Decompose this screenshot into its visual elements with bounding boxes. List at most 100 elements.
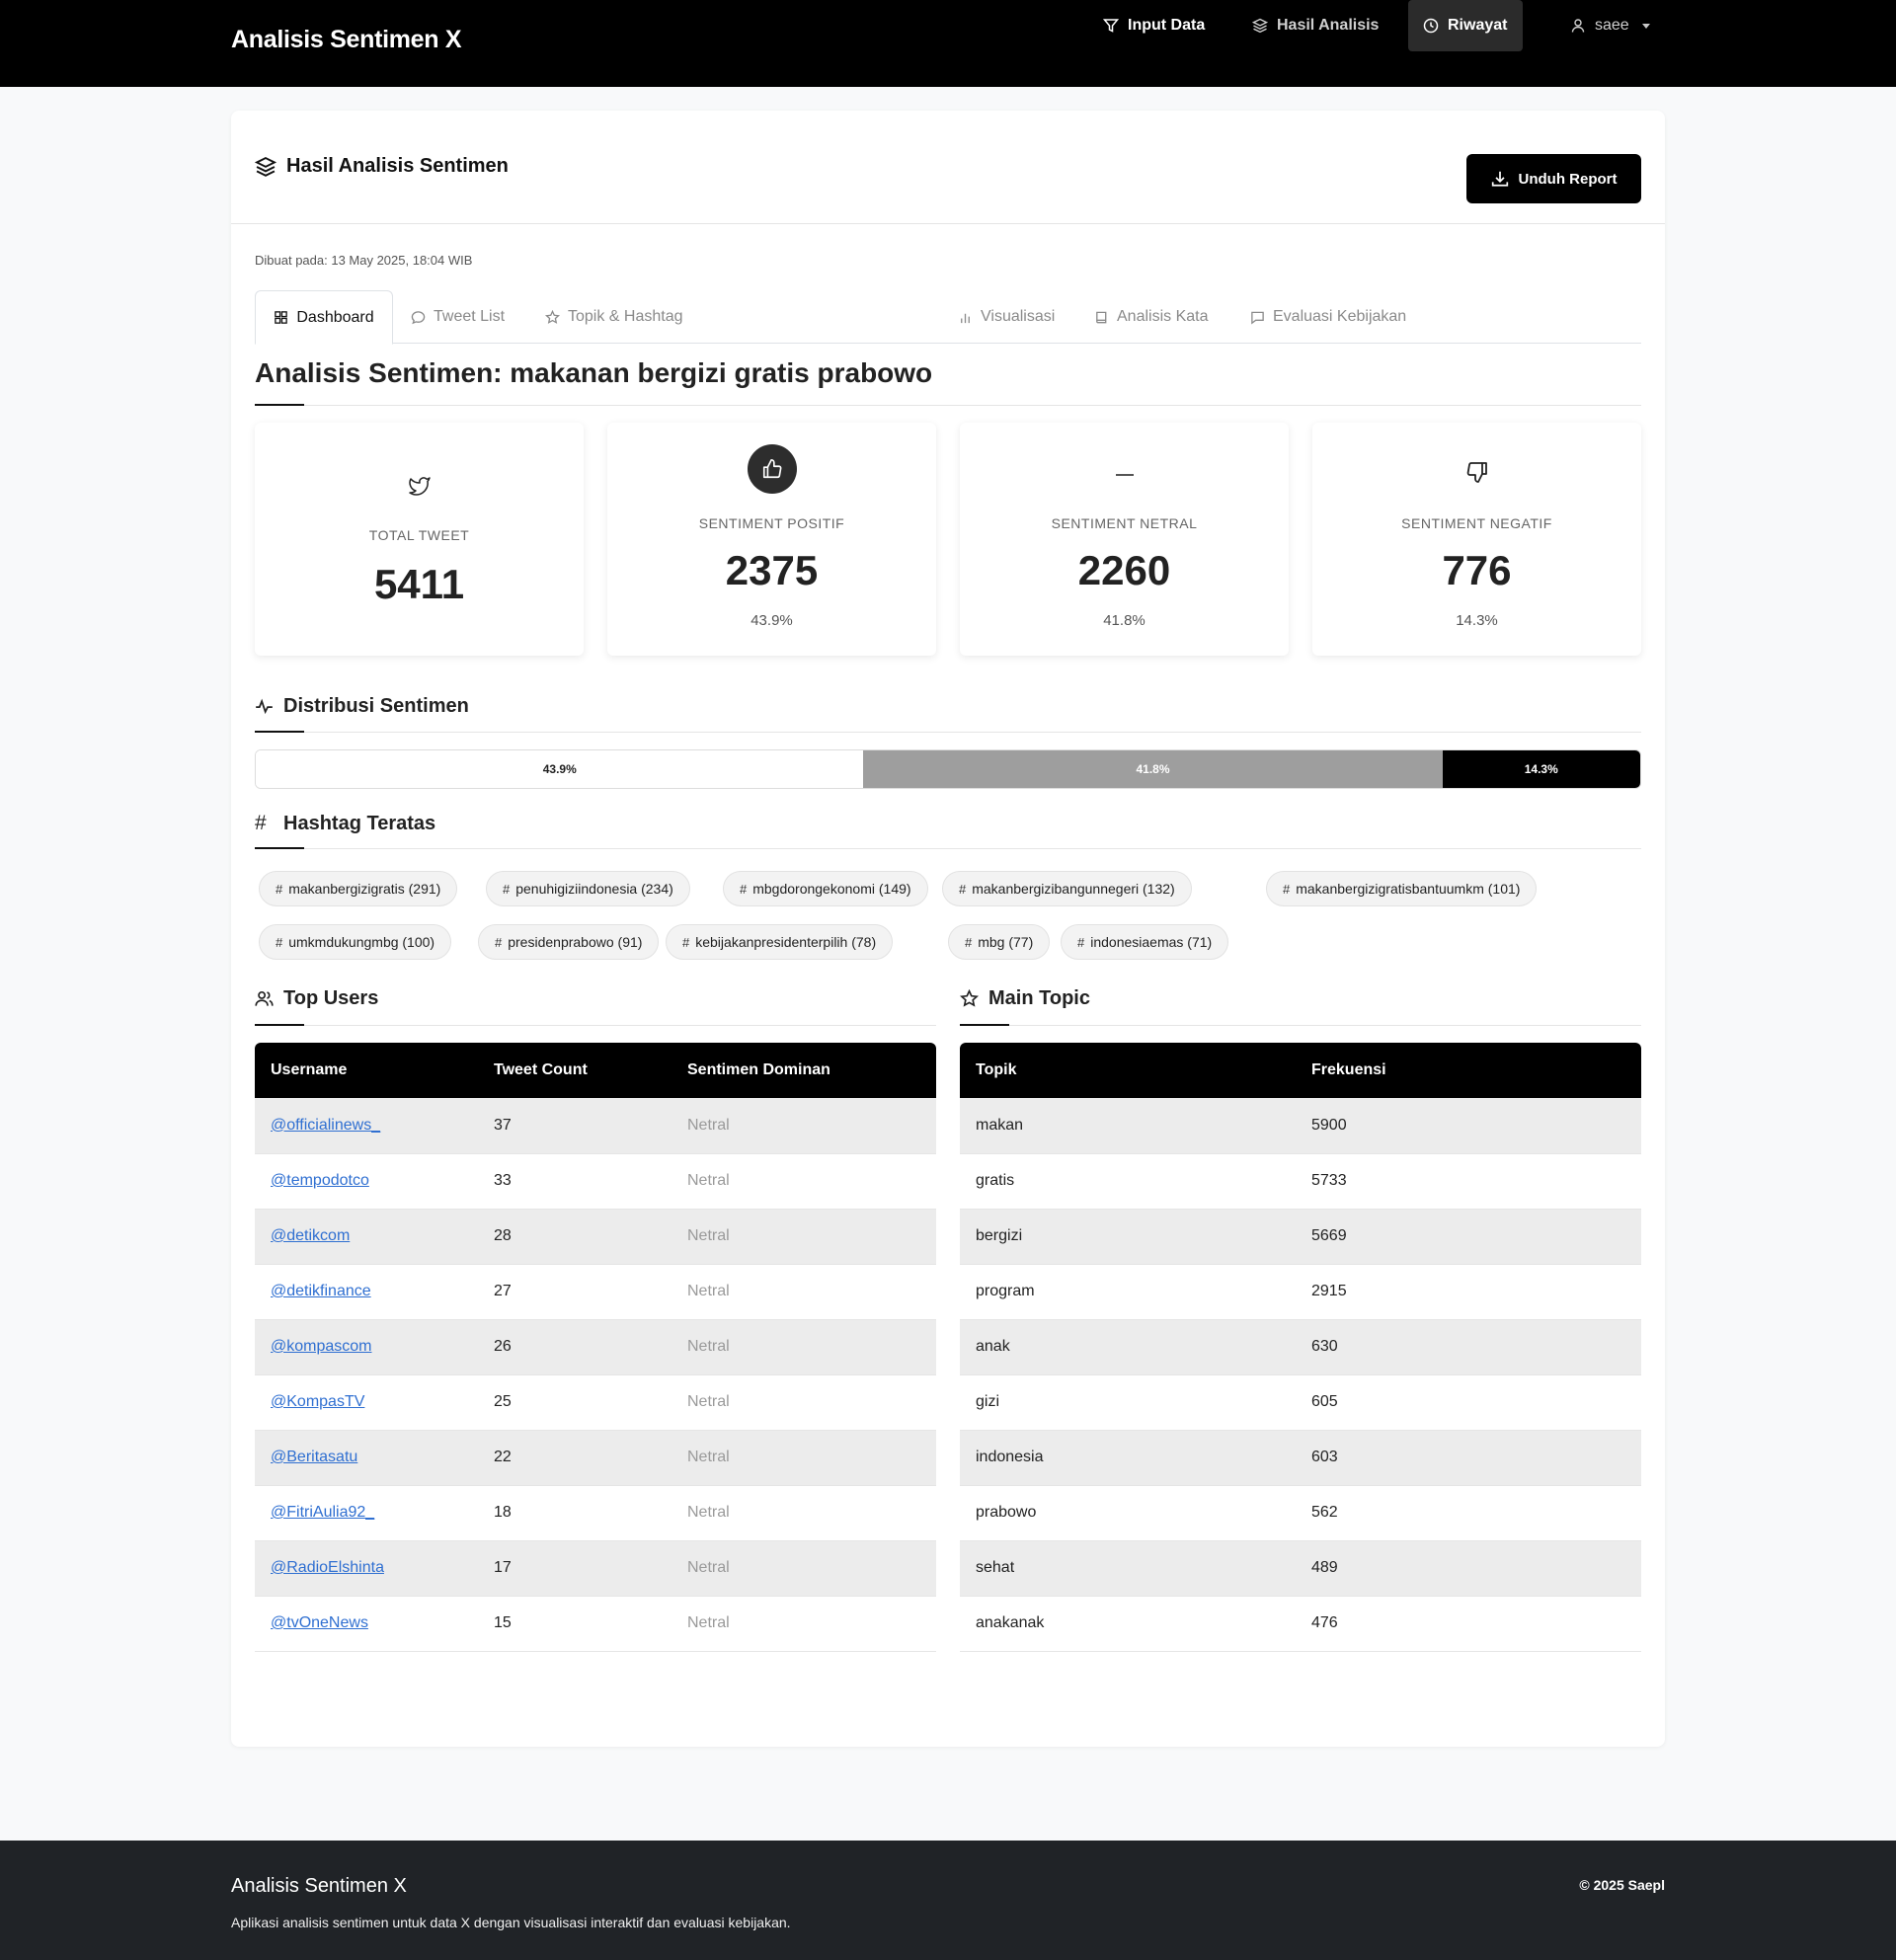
tab-dashboard-label: Dashboard	[296, 308, 374, 326]
dominant-sentiment: Netral	[672, 1485, 936, 1541]
thumbs-up-icon	[747, 444, 797, 494]
tab-topik-hashtag-label: Topik & Hashtag	[568, 308, 683, 325]
message-square-icon	[1251, 311, 1264, 324]
activity-icon	[256, 698, 273, 715]
user-icon	[1571, 19, 1585, 33]
distribution-heading: Distribusi Sentimen	[255, 695, 469, 718]
username-link[interactable]: @kompascom	[271, 1338, 372, 1355]
hash-icon: #	[495, 934, 503, 950]
tab-dashboard[interactable]: Dashboard	[255, 290, 393, 345]
hashtag-pill[interactable]: # umkmdukungmbg (100)	[259, 924, 452, 960]
tweet-count: 33	[478, 1153, 672, 1210]
table-row: prabowo 562	[960, 1485, 1641, 1541]
username-link[interactable]: @tempodotco	[271, 1172, 369, 1189]
hashtag-pill[interactable]: # makanbergizibangunnegeri (132)	[942, 871, 1192, 906]
table-row: sehat 489	[960, 1540, 1641, 1597]
topic-name: gizi	[960, 1374, 1296, 1431]
nav-input-data-label: Input Data	[1128, 17, 1206, 34]
navbar: Analisis Sentimen X Input Data Hasil Ana…	[0, 0, 1896, 87]
username-link[interactable]: @officialinews_	[271, 1117, 380, 1134]
hashtag-label: mbg (77)	[978, 934, 1034, 950]
table-row: indonesia 603	[960, 1430, 1641, 1486]
heading-underline	[255, 847, 304, 849]
tweet-count: 25	[478, 1374, 672, 1431]
table-row: @detikcom 28 Netral	[255, 1209, 936, 1265]
table-row: @FitriAulia92_ 18 Netral	[255, 1485, 936, 1541]
table-row: @KompasTV 25 Netral	[255, 1374, 936, 1431]
hashtag-label: makanbergizibangunnegeri (132)	[972, 881, 1175, 897]
hashtag-pill[interactable]: # makanbergizigratisbantuumkm (101)	[1266, 871, 1538, 906]
dominant-sentiment: Netral	[672, 1374, 936, 1431]
username-link[interactable]: @FitriAulia92_	[271, 1504, 374, 1521]
created-timestamp: Dibuat pada: 13 May 2025, 18:04 WIB	[255, 253, 473, 268]
hashtag-pill[interactable]: # indonesiaemas (71)	[1061, 924, 1229, 960]
distribution-segment-positif: 43.9%	[256, 750, 864, 788]
nav-hasil-analisis-label: Hasil Analisis	[1277, 17, 1380, 34]
username-link[interactable]: @RadioElshinta	[271, 1559, 384, 1576]
table-row: bergizi 5669	[960, 1209, 1641, 1265]
distribution-segment-netral: 41.8%	[863, 750, 1443, 788]
column-header: Sentimen Dominan	[672, 1043, 936, 1098]
hashtag-heading: # Hashtag Teratas	[255, 812, 435, 835]
hashtag-label: presidenprabowo (91)	[508, 934, 643, 950]
tab-tweet-list[interactable]: Tweet List	[411, 290, 505, 344]
username-link[interactable]: @detikcom	[271, 1227, 350, 1244]
hash-icon: #	[1283, 881, 1291, 897]
divider	[255, 732, 1641, 733]
username-link[interactable]: @tvOneNews	[271, 1614, 368, 1631]
table-row: @kompascom 26 Netral	[255, 1319, 936, 1375]
nav-hasil-analisis[interactable]: Hasil Analisis	[1237, 0, 1393, 51]
title-underline	[255, 404, 304, 406]
main-topic-table: Topik Frekuensi makan 5900 gratis 5733 ber…	[960, 1043, 1641, 1652]
tab-topik-hashtag[interactable]: Topik & Hashtag	[545, 290, 683, 344]
table-header-row: Topik Frekuensi	[960, 1043, 1641, 1098]
hashtag-label: indonesiaemas (71)	[1090, 934, 1213, 950]
topic-frequency: 5900	[1296, 1098, 1641, 1154]
hashtag-pill[interactable]: # makanbergizigratis (291)	[259, 871, 458, 906]
dominant-sentiment: Netral	[672, 1209, 936, 1265]
topic-frequency: 2915	[1296, 1264, 1641, 1320]
main-topic-title: Main Topic	[988, 987, 1090, 1009]
topic-frequency: 476	[1296, 1596, 1641, 1652]
card-title-text: Hasil Analisis Sentimen	[286, 155, 509, 177]
username-link[interactable]: @detikfinance	[271, 1283, 371, 1299]
tab-visualisasi[interactable]: Visualisasi	[958, 290, 1055, 344]
star-icon	[960, 989, 979, 1007]
tab-analisis-kata[interactable]: Analisis Kata	[1094, 290, 1209, 344]
table-row: @tvOneNews 15 Netral	[255, 1596, 936, 1652]
download-report-button[interactable]: Unduh Report	[1466, 154, 1641, 203]
table-row: @detikfinance 27 Netral	[255, 1264, 936, 1320]
user-name: saee	[1595, 17, 1629, 34]
tweet-count: 37	[478, 1098, 672, 1154]
topic-name: program	[960, 1264, 1296, 1320]
table-row: @officialinews_ 37 Netral	[255, 1098, 936, 1154]
layers-icon	[255, 156, 276, 177]
stat-total-value: 5411	[373, 561, 465, 607]
tab-evaluasi-kebijakan[interactable]: Evaluasi Kebijakan	[1250, 290, 1406, 344]
download-icon	[1491, 171, 1508, 187]
hashtag-pill[interactable]: # presidenprabowo (91)	[478, 924, 660, 960]
hashtag-title: Hashtag Teratas	[283, 812, 436, 834]
tweet-count: 27	[478, 1264, 672, 1320]
divider	[255, 848, 1641, 849]
brand-logo[interactable]: Analisis Sentimen X	[231, 26, 462, 54]
nav-input-data[interactable]: Input Data	[1088, 0, 1220, 51]
hashtag-pill[interactable]: # kebijakanpresidenterpilih (78)	[666, 924, 894, 960]
distribution-segment-negatif: 14.3%	[1442, 750, 1640, 788]
topic-name: gratis	[960, 1153, 1296, 1210]
column-header: Username	[255, 1043, 478, 1098]
user-menu[interactable]: saee	[1555, 0, 1665, 51]
hash-icon: #	[255, 812, 267, 834]
hashtag-pill[interactable]: # mbg (77)	[948, 924, 1051, 960]
card-title: Hasil Analisis Sentimen	[255, 155, 509, 178]
table-row: @tempodotco 33 Netral	[255, 1153, 936, 1210]
stat-positif-label: SENTIMENT POSITIF	[698, 515, 845, 531]
hashtag-pill[interactable]: # penuhigiziindonesia (234)	[486, 871, 690, 906]
username-link[interactable]: @Beritasatu	[271, 1449, 357, 1465]
divider	[255, 405, 1641, 406]
hashtag-pill[interactable]: # mbgdorongekonomi (149)	[723, 871, 928, 906]
card-header: Hasil Analisis Sentimen Unduh Report	[231, 111, 1665, 224]
username-link[interactable]: @KompasTV	[271, 1393, 364, 1410]
nav-riwayat[interactable]: Riwayat	[1408, 0, 1523, 51]
topic-frequency: 5733	[1296, 1153, 1641, 1210]
